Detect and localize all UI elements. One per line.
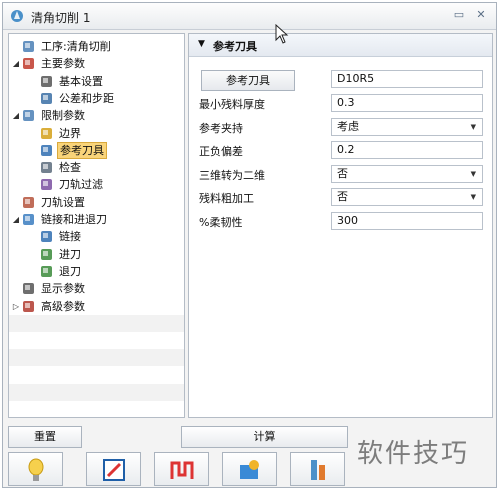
property-value: 0.3 [337,96,355,109]
lead-out-icon [41,265,52,277]
link-sub-icon [41,231,52,243]
dropdown-arrow-icon[interactable]: ▼ [471,166,476,182]
property-value: 考虑 [337,119,359,133]
watermark: 软件技巧 [357,439,470,469]
empty-row [9,384,184,401]
tree-item-label: 主要参数 [41,57,85,71]
property-value: 0.2 [337,143,355,156]
lightbulb-button[interactable] [8,452,63,486]
dropdown-arrow-icon[interactable]: ▼ [471,119,476,135]
property-value: 否 [337,190,348,203]
toolpath-settings-icon [23,196,34,208]
dropdown-arrow-icon[interactable]: ▼ [471,189,476,205]
property-select[interactable]: 否 ▼ [331,164,483,183]
simulate-icon [240,460,259,479]
toolpath-icon [170,461,194,479]
link-icon [23,214,34,225]
property-value: 否 [337,166,348,180]
property-input[interactable]: 0.3 [331,94,483,112]
operation-icon [23,41,34,52]
advanced-params-icon [23,300,34,312]
tree-item-label: 链接和进退刀 [41,213,107,226]
property-input[interactable]: 0.2 [331,141,483,159]
panel-title: 参考刀具 [213,40,257,53]
tree-item-label: 链接 [59,230,81,244]
parameter-panel: ▼ 参考刀具 参考刀具 D10R5 最小残料厚度 0.3 参考夹持 考虑 ▼ 正负偏差 0.… [188,33,493,418]
app-icon [11,10,23,22]
tree-item-label: 基本设置 [59,74,103,88]
panel-header[interactable]: ▼ 参考刀具 [189,34,492,57]
simulate-button[interactable] [222,452,277,486]
property-input[interactable]: 300 [331,211,483,230]
tree-item-label: 工序:清角切削 [41,40,111,53]
parameter-tree[interactable]: 工序:清角切削 ◢ 主要参数基本设置公差和步距 ◢ 限制参数边界 参考刀具检查刀轨过滤刀轨… [8,33,185,418]
reset-button[interactable]: 重置 [8,426,82,448]
expander-icon[interactable]: ◢ [11,107,21,124]
tree-item-label: 边界 [59,126,81,140]
empty-row [9,349,184,367]
tolerance-icon [41,92,52,104]
expander-icon[interactable]: ▷ [11,298,21,315]
boundary-icon [41,127,52,139]
tree-item-label: 退刀 [59,264,81,278]
tool-icon [311,460,325,480]
close-icon[interactable]: ✕ [473,8,489,22]
basic-settings-icon [41,75,52,87]
property-row: 正负偏差 0.2 [189,139,492,162]
check-icon [41,162,52,174]
property-row: 参考夹持 考虑 ▼ [189,116,492,139]
window-title: 清角切削 1 [31,11,91,25]
mouse-cursor-icon [275,24,289,44]
tree-item-label: 刀轨设置 [41,195,85,209]
display-params-icon [23,283,34,295]
expander-icon[interactable]: ◢ [11,211,21,228]
property-row: %柔韧性 300 [189,210,492,233]
property-select[interactable]: 考虑 ▼ [331,117,483,136]
lightbulb-icon [28,458,44,481]
property-value: 300 [337,213,358,227]
reference-tool-icon [41,144,52,156]
tree-item-label: 进刀 [59,247,81,261]
tree-item-label: 参考刀具 [57,141,107,159]
property-select[interactable]: 否 ▼ [331,188,483,206]
toolpath-button[interactable] [154,452,209,486]
tree-item-label: 公差和步距 [59,91,114,105]
collapse-arrow-icon[interactable]: ▼ [198,39,205,49]
main-params-icon [23,58,34,70]
lead-in-icon [41,248,52,260]
edit-icon [103,459,125,481]
dialog-window: 清角切削 1 ▭ ✕ 工序:清角切削 ◢ 主要参数 基本设置 公差和步距 ◢ 限制参数 边界参… [2,2,497,488]
expander-icon[interactable]: ◢ [11,55,21,72]
tree-item-label: 检查 [59,161,81,175]
minimize-icon[interactable]: ▭ [451,8,467,22]
tool-row: 参考刀具 D10R5 [189,68,492,91]
tree-item-label: 显示参数 [41,282,85,296]
property-label: %柔韧性 [199,215,243,229]
property-label: 残料粗加工 [199,192,254,205]
tree-item-label: 高级参数 [41,299,85,313]
property-row: 三维转为二维否 ▼ [189,163,492,186]
property-label: 参考夹持 [199,121,243,135]
property-label: 最小残料厚度 [199,98,265,111]
tree-item-label: 限制参数 [41,109,85,123]
property-row: 残料粗加工否 ▼ [189,186,492,209]
reference-tool-button[interactable]: 参考刀具 [201,70,295,91]
property-label: 三维转为二维 [199,168,265,182]
empty-row [9,314,184,332]
edit-button[interactable] [86,452,141,486]
toolpath-filter-icon [41,179,52,191]
property-label: 正负偏差 [199,145,243,158]
property-row: 最小残料厚度 0.3 [189,92,492,115]
limit-params-icon [23,110,34,122]
tool-value-field[interactable]: D10R5 [331,70,483,88]
tree-item-label: 刀轨过滤 [59,178,103,192]
title-bar: 清角切削 1 ▭ ✕ [3,3,496,30]
compute-button[interactable]: 计算 [181,426,348,448]
tool-button[interactable] [290,452,345,486]
